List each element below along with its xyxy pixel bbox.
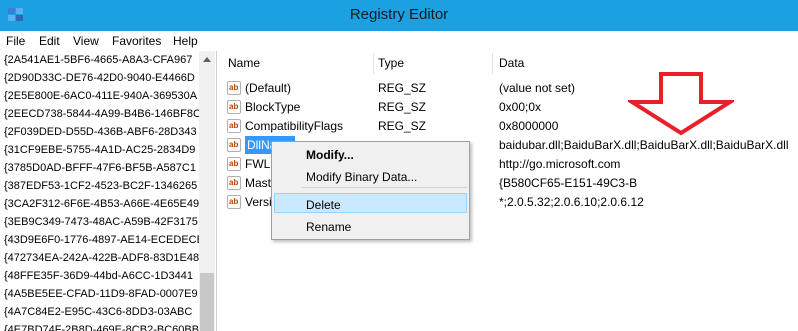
string-value-icon: ab xyxy=(227,195,241,209)
value-name: BlockType xyxy=(245,100,301,114)
tree-item[interactable]: {4A7C84E2-E95C-43C6-8DD3-03ABC xyxy=(4,303,192,321)
tree-item[interactable]: {2D90D33C-DE76-42D0-9040-E4466D xyxy=(4,69,195,87)
column-header-name[interactable]: Name xyxy=(228,51,260,76)
window-title: Registry Editor xyxy=(349,6,449,23)
value-name: Versi xyxy=(245,195,272,209)
tree-item[interactable]: {43D9E6F0-1776-4897-AE14-ECEDECE xyxy=(4,231,204,249)
tree-item[interactable]: {2E5E800E-6AC0-411E-940A-369530A xyxy=(4,87,197,105)
menu-separator xyxy=(302,187,467,188)
value-name: FWLi xyxy=(245,157,273,171)
tree-item[interactable]: {3CA2F312-6F6E-4B53-A66E-4E65E49 xyxy=(4,195,199,213)
tree-item[interactable]: {48FFE35F-36D9-44bd-A6CC-1D3441 xyxy=(4,267,193,285)
tree-item[interactable]: {3785D0AD-BFFF-47F6-BF5B-A587C1 xyxy=(4,159,196,177)
title-bar: Registry Editor xyxy=(0,0,798,31)
value-type: REG_SZ xyxy=(378,100,427,114)
string-value-icon: ab xyxy=(227,157,241,171)
column-divider[interactable] xyxy=(492,53,493,74)
tree-item[interactable]: {387EDF53-1CF2-4523-BC2F-1346265 xyxy=(4,177,197,195)
tree-item[interactable]: {3EB9C349-7473-48AC-A59B-42F3175 xyxy=(4,213,198,231)
context-menu: Modify... Modify Binary Data... Delete R… xyxy=(271,141,470,240)
value-data: http://go.microsoft.com xyxy=(499,157,621,171)
annotation-arrow-icon xyxy=(628,72,734,136)
menu-item-modify[interactable]: Modify... xyxy=(306,148,354,162)
value-data: 0x8000000 xyxy=(499,119,559,133)
string-value-icon: ab xyxy=(227,100,241,114)
string-value-icon: ab xyxy=(227,176,241,190)
menu-file[interactable]: File xyxy=(6,34,25,48)
value-data: {B580CF65-E151-49C3-B xyxy=(499,176,638,190)
menu-item-highlight xyxy=(274,193,467,213)
string-value-icon: ab xyxy=(227,138,241,152)
column-header-type[interactable]: Type xyxy=(378,51,404,76)
menu-item-delete[interactable]: Delete xyxy=(306,198,341,212)
tree-scrollbar-thumb[interactable] xyxy=(200,273,214,331)
value-name: (Default) xyxy=(245,81,292,95)
tree-item[interactable]: {472734EA-242A-422B-ADF8-83D1E48 xyxy=(4,249,199,267)
menu-edit[interactable]: Edit xyxy=(39,34,60,48)
menu-bar: File Edit View Favorites Help xyxy=(0,31,798,51)
value-data: *;2.0.5.32;2.0.6.10;2.0.6.12 xyxy=(499,195,644,209)
tree-item[interactable]: {4E7BD74F-2B8D-469E-8CB2-BC60BB xyxy=(4,321,199,331)
column-header-data[interactable]: Data xyxy=(499,51,524,76)
tree-item[interactable]: {2EECD738-5844-4A99-B4B6-146BF8C xyxy=(4,105,201,123)
column-divider[interactable] xyxy=(373,53,374,74)
menu-view[interactable]: View xyxy=(73,34,99,48)
value-name: CompatibilityFlags xyxy=(245,119,344,133)
tree-item[interactable]: {4A5BE5EE-CFAD-11D9-8FAD-0007E9 xyxy=(4,285,198,303)
menu-favorites[interactable]: Favorites xyxy=(112,34,161,48)
value-name: Mast xyxy=(245,176,272,190)
value-type: REG_SZ xyxy=(378,119,427,133)
tree-item[interactable]: {2A541AE1-5BF6-4665-A8A3-CFA967 xyxy=(4,51,192,69)
value-data: 0x00;0x xyxy=(499,100,542,114)
menu-help[interactable]: Help xyxy=(173,34,198,48)
value-type: REG_SZ xyxy=(378,81,427,95)
value-data: baidubar.dll;BaiduBarX.dll;BaiduBarX.dll… xyxy=(499,138,789,152)
tree-scrollbar[interactable] xyxy=(199,51,215,331)
tree-item[interactable]: {2F039DED-D55D-436B-ABF6-28D343 xyxy=(4,123,197,141)
scroll-up-icon[interactable] xyxy=(203,57,211,62)
string-value-icon: ab xyxy=(227,81,241,95)
menu-item-rename[interactable]: Rename xyxy=(306,220,351,234)
key-tree[interactable]: {2A541AE1-5BF6-4665-A8A3-CFA967 {2D90D33… xyxy=(0,51,217,331)
menu-item-modify-binary[interactable]: Modify Binary Data... xyxy=(306,170,417,184)
value-data: (value not set) xyxy=(499,81,576,95)
tree-item[interactable]: {31CF9EBE-5755-4A1D-AC25-2834D9 xyxy=(4,141,195,159)
string-value-icon: ab xyxy=(227,119,241,133)
